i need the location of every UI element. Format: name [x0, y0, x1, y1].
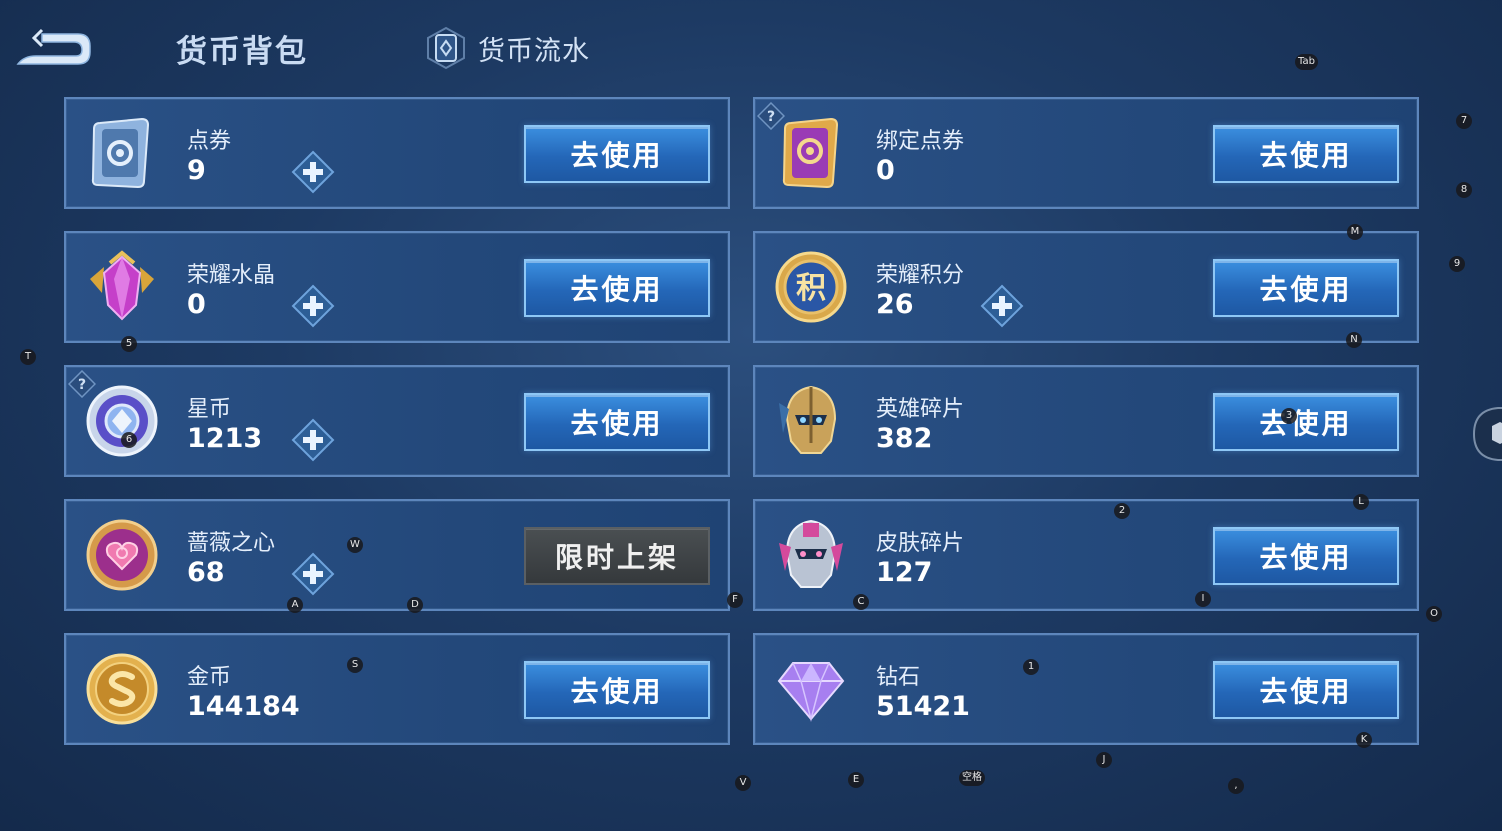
key-hint-c: C: [853, 594, 869, 610]
limited-time-button[interactable]: 限时上架: [524, 527, 710, 585]
currency-amount: 0: [187, 289, 206, 320]
currency-amount: 26: [876, 289, 914, 320]
use-button[interactable]: 去使用: [1213, 259, 1399, 317]
currency-flow-icon: [427, 26, 465, 70]
back-button[interactable]: [12, 28, 92, 72]
star-coin-icon: [86, 385, 158, 457]
diamond-icon: [777, 662, 845, 722]
key-hint-tab: Tab: [1295, 54, 1318, 70]
currency-name: 绑定点券: [876, 129, 965, 154]
glory-points-icon: 积: [775, 251, 847, 323]
currency-name: 蔷薇之心: [187, 531, 276, 556]
key-hint-m: M: [1347, 224, 1363, 240]
currency-card-voucher: 点券 9 去使用: [64, 97, 730, 209]
key-hint-l: L: [1353, 494, 1369, 510]
currency-amount: 382: [876, 423, 933, 454]
glory-points-icon-glyph: 积: [796, 271, 826, 306]
key-hint-s: S: [347, 657, 363, 673]
key-hint-3: 3: [1281, 408, 1297, 424]
gold-coin-icon: [86, 653, 158, 725]
rose-heart-icon: [86, 519, 158, 591]
currency-card-glory-points: 积 荣耀积分 26 去使用: [753, 231, 1419, 343]
key-hint-8: 8: [1456, 182, 1472, 198]
key-hint-n: N: [1346, 332, 1362, 348]
key-hint-a: A: [287, 597, 303, 613]
currency-amount: 127: [876, 557, 933, 588]
currency-amount: 1213: [187, 423, 263, 454]
voucher-icon: [91, 117, 150, 189]
currency-amount: 51421: [876, 691, 970, 722]
currency-card-glory-crystal: 荣耀水晶 0 去使用: [64, 231, 730, 343]
currency-card-star-coin: ? 星币 1213 去使用: [64, 365, 730, 477]
key-hint-6: 6: [121, 432, 137, 448]
currency-amount: 68: [187, 557, 225, 588]
key-hint-w: W: [347, 537, 363, 553]
use-button[interactable]: 去使用: [1213, 661, 1399, 719]
use-button[interactable]: 去使用: [524, 661, 710, 719]
use-button[interactable]: 去使用: [1213, 527, 1399, 585]
use-button[interactable]: 去使用: [1213, 125, 1399, 183]
key-hint-o: O: [1426, 606, 1442, 622]
key-hint-i: I: [1195, 591, 1211, 607]
use-button[interactable]: 去使用: [1213, 393, 1399, 451]
currency-card-hero-fragment: 英雄碎片 382 去使用: [753, 365, 1419, 477]
currency-name: 皮肤碎片: [876, 531, 965, 556]
currency-card-gold-coin: 金币 144184 去使用: [64, 633, 730, 745]
side-gear-icon: [1472, 407, 1502, 461]
use-button[interactable]: 去使用: [524, 259, 710, 317]
currency-name: 点券: [187, 129, 232, 154]
plus-icon[interactable]: [291, 418, 335, 462]
skin-fragment-icon: [779, 519, 843, 588]
currency-card-bound-voucher: ? 绑定点券 0 去使用: [753, 97, 1419, 209]
bound-voucher-icon: [782, 117, 839, 189]
currency-amount: 9: [187, 155, 206, 186]
currency-name: 星币: [187, 397, 232, 422]
page-title: 货币背包: [176, 34, 308, 70]
plus-icon[interactable]: [980, 284, 1024, 328]
back-arrow-icon: [16, 28, 91, 65]
key-hint-k: K: [1356, 732, 1372, 748]
currency-name: 英雄碎片: [876, 397, 965, 422]
currency-name: 金币: [187, 665, 232, 690]
key-hint-v: V: [735, 775, 751, 791]
currency-name: 荣耀水晶: [187, 263, 276, 288]
key-hint-e: E: [848, 772, 864, 788]
plus-icon[interactable]: [291, 284, 335, 328]
key-hint-9: 9: [1449, 256, 1465, 272]
key-hint-j: J: [1096, 752, 1112, 768]
currency-name: 荣耀积分: [876, 263, 965, 288]
side-drawer-handle[interactable]: [1470, 406, 1502, 462]
key-hint-comma: ,: [1228, 778, 1244, 794]
key-hint-1: 1: [1023, 659, 1039, 675]
currency-flow-label: 货币流水: [478, 35, 590, 67]
key-hint-7: 7: [1456, 113, 1472, 129]
plus-icon[interactable]: [291, 150, 335, 194]
currency-card-diamond: 钻石 51421 去使用: [753, 633, 1419, 745]
currency-flow-tab[interactable]: 货币流水: [424, 26, 590, 70]
use-button[interactable]: 去使用: [524, 125, 710, 183]
key-hint-f: F: [727, 592, 743, 608]
plus-icon[interactable]: [291, 552, 335, 596]
currency-amount: 144184: [187, 691, 300, 722]
currency-name: 钻石: [876, 665, 921, 690]
hero-fragment-icon: [779, 385, 837, 454]
currency-card-skin-fragment: 皮肤碎片 127 去使用: [753, 499, 1419, 611]
glory-crystal-icon: [90, 250, 154, 321]
key-hint-2: 2: [1114, 503, 1130, 519]
key-hint-d: D: [407, 597, 423, 613]
key-hint-space: 空格: [959, 770, 985, 786]
key-hint-5: 5: [121, 336, 137, 352]
currency-card-rose-heart: 蔷薇之心 68 限时上架: [64, 499, 730, 611]
key-hint-t: T: [20, 349, 36, 365]
currency-amount: 0: [876, 155, 895, 186]
use-button[interactable]: 去使用: [524, 393, 710, 451]
